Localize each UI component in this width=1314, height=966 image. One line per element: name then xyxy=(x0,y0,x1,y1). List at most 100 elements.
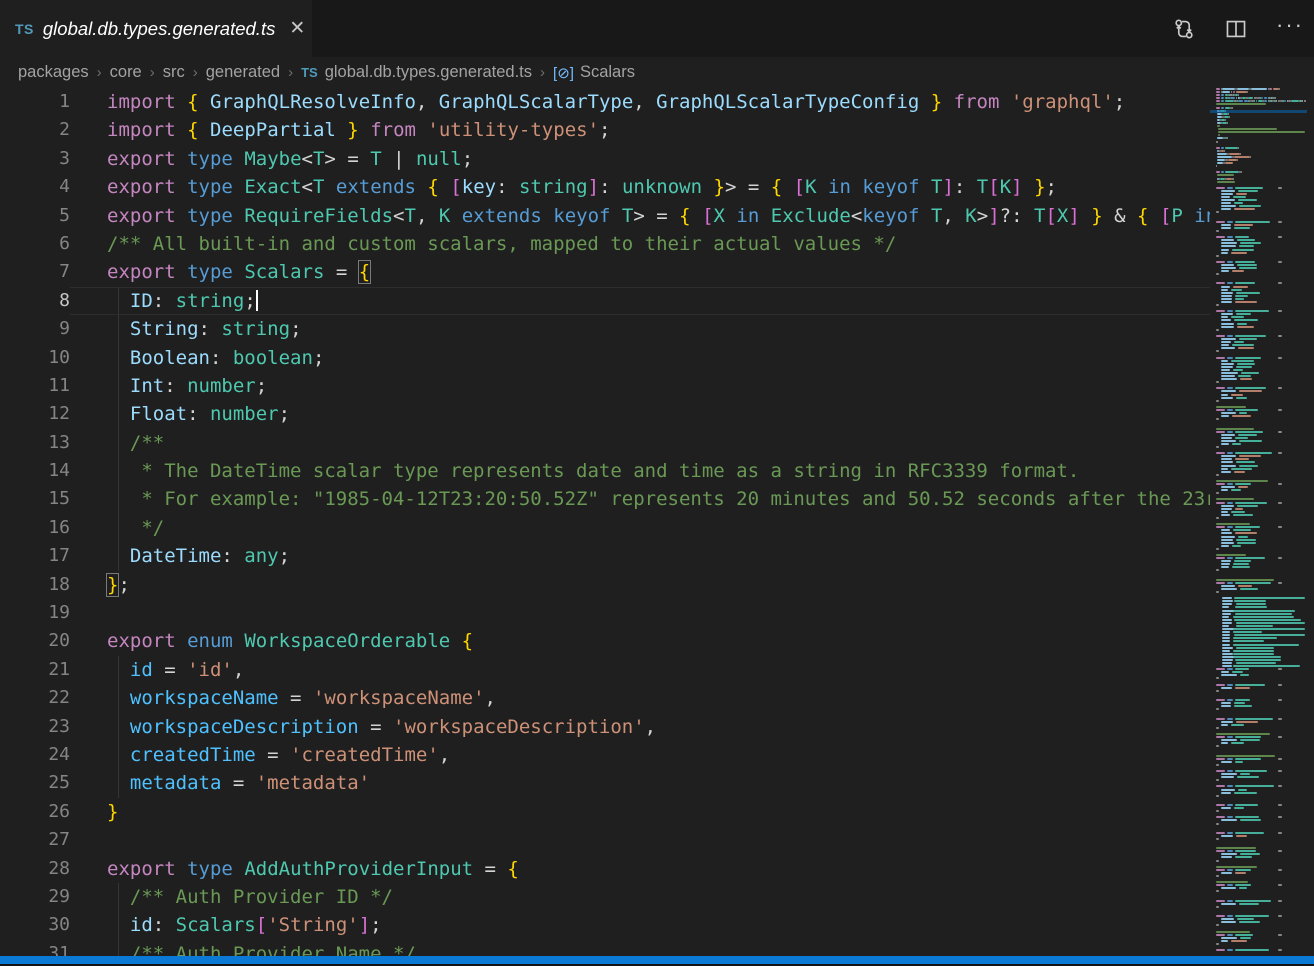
line-number[interactable]: 8 xyxy=(0,287,70,315)
code-line[interactable]: 7export type Scalars = { xyxy=(0,258,1210,286)
code-line[interactable]: 5export type RequireFields<T, K extends … xyxy=(0,202,1210,230)
code-line[interactable]: 3export type Maybe<T> = T | null; xyxy=(0,145,1210,173)
code-line[interactable]: 23 workspaceDescription = 'workspaceDesc… xyxy=(0,713,1210,741)
breadcrumb-item-generated[interactable]: generated xyxy=(206,63,280,82)
code-token: ] xyxy=(988,205,999,227)
line-number[interactable]: 13 xyxy=(0,429,70,457)
breadcrumb-item-packages[interactable]: packages xyxy=(18,63,89,82)
code-line[interactable]: 2import { DeepPartial } from 'utility-ty… xyxy=(0,116,1210,144)
code-line[interactable]: 30 id: Scalars['String']; xyxy=(0,911,1210,939)
code-line[interactable]: 31 /** Auth Provider Name */ xyxy=(0,940,1210,956)
line-number[interactable]: 2 xyxy=(0,116,70,144)
line-number[interactable]: 20 xyxy=(0,627,70,655)
code-line[interactable]: 4export type Exact<T extends { [key: str… xyxy=(0,173,1210,201)
line-number[interactable]: 29 xyxy=(0,883,70,911)
line-number[interactable]: 11 xyxy=(0,372,70,400)
code-line[interactable]: 25 metadata = 'metadata' xyxy=(0,769,1210,797)
code-line[interactable]: 1import { GraphQLResolveInfo, GraphQLSca… xyxy=(0,88,1210,116)
line-number[interactable]: 3 xyxy=(0,145,70,173)
line-number[interactable]: 7 xyxy=(0,258,70,286)
more-actions-icon[interactable]: ··· xyxy=(1276,20,1304,38)
close-tab-icon[interactable]: ✕ xyxy=(289,19,305,38)
minimap-row-segment xyxy=(1278,949,1282,951)
minimap-row-segment xyxy=(1216,745,1219,747)
minimap-row-segment xyxy=(1221,199,1235,201)
minimap-row-segment xyxy=(1227,187,1233,189)
line-number[interactable]: 21 xyxy=(0,656,70,684)
code-line[interactable]: 26} xyxy=(0,798,1210,826)
code-line[interactable]: 6/** All built-in and custom scalars, ma… xyxy=(0,230,1210,258)
line-number[interactable]: 17 xyxy=(0,542,70,570)
code-line[interactable]: 18}; xyxy=(0,571,1210,599)
code-line[interactable]: 21 id = 'id', xyxy=(0,656,1210,684)
minimap-row-segment xyxy=(1235,236,1249,238)
code-line[interactable]: 19 xyxy=(0,599,1210,627)
minimap-row-segment xyxy=(1232,415,1251,417)
tab-global-db-types-generated[interactable]: TS global.db.types.generated.ts ✕ xyxy=(0,0,312,57)
line-number[interactable]: 19 xyxy=(0,599,70,627)
line-number[interactable]: 30 xyxy=(0,911,70,939)
line-number[interactable]: 6 xyxy=(0,230,70,258)
line-number[interactable]: 9 xyxy=(0,315,70,343)
split-editor-icon[interactable] xyxy=(1224,17,1248,41)
code-line[interactable]: 8 ID: string; xyxy=(0,287,1210,315)
line-number[interactable]: 5 xyxy=(0,202,70,230)
code-line[interactable]: 27 xyxy=(0,826,1210,854)
minimap-row-segment xyxy=(1231,724,1244,726)
line-number[interactable]: 12 xyxy=(0,400,70,428)
line-number[interactable]: 28 xyxy=(0,855,70,883)
code-area[interactable]: 1import { GraphQLResolveInfo, GraphQLSca… xyxy=(0,88,1210,956)
minimap-row-segment xyxy=(1221,270,1229,272)
code-line[interactable]: 20export enum WorkspaceOrderable { xyxy=(0,627,1210,655)
minimap-row-segment xyxy=(1225,162,1232,164)
minimap-row-segment xyxy=(1221,508,1232,510)
line-number[interactable]: 26 xyxy=(0,798,70,826)
code-line[interactable]: 29 /** Auth Provider ID */ xyxy=(0,883,1210,911)
open-changes-icon[interactable] xyxy=(1172,17,1196,41)
breadcrumb-item-core[interactable]: core xyxy=(110,63,142,82)
minimap[interactable] xyxy=(1210,88,1307,956)
line-number[interactable]: 22 xyxy=(0,684,70,712)
breadcrumb-item-src[interactable]: src xyxy=(163,63,185,82)
line-number[interactable]: 16 xyxy=(0,514,70,542)
line-number[interactable]: 24 xyxy=(0,741,70,769)
minimap-row-segment xyxy=(1222,637,1230,639)
code-line[interactable]: 10 Boolean: boolean; xyxy=(0,344,1210,372)
line-number[interactable]: 10 xyxy=(0,344,70,372)
code-token: { xyxy=(1137,205,1148,227)
code-token: T xyxy=(313,148,324,170)
code-line[interactable]: 24 createdTime = 'createdTime', xyxy=(0,741,1210,769)
code-line[interactable]: 16 */ xyxy=(0,514,1210,542)
line-number[interactable]: 4 xyxy=(0,173,70,201)
code-line[interactable]: 15 * For example: "1985-04-12T23:20:50.5… xyxy=(0,485,1210,513)
line-number[interactable]: 15 xyxy=(0,485,70,513)
notification-progress-bar xyxy=(0,956,1314,964)
code-line[interactable]: 9 String: string; xyxy=(0,315,1210,343)
line-number[interactable]: 18 xyxy=(0,571,70,599)
breadcrumb-item-symbol[interactable]: Scalars xyxy=(580,63,635,82)
code-line[interactable]: 13 /** xyxy=(0,429,1210,457)
code-token: [ xyxy=(1045,205,1056,227)
code-token: , xyxy=(416,205,439,227)
minimap-row-segment xyxy=(1225,119,1226,121)
minimap-row-segment xyxy=(1278,699,1282,701)
breadcrumb-item-file[interactable]: global.db.types.generated.ts xyxy=(325,63,532,82)
minimap-row-segment xyxy=(1239,390,1262,392)
minimap-row-segment xyxy=(1221,789,1235,791)
code-token: { xyxy=(679,205,690,227)
code-line[interactable]: 28export type AddAuthProviderInput = { xyxy=(0,855,1210,883)
code-line[interactable]: 12 Float: number; xyxy=(0,400,1210,428)
line-number[interactable]: 27 xyxy=(0,826,70,854)
code-line[interactable]: 14 * The DateTime scalar type represents… xyxy=(0,457,1210,485)
line-number[interactable]: 14 xyxy=(0,457,70,485)
code-token xyxy=(702,176,713,198)
line-number[interactable]: 25 xyxy=(0,769,70,797)
minimap-row-segment xyxy=(1224,150,1225,152)
code-line-text: /** Auth Provider ID */ xyxy=(70,883,1210,911)
code-line[interactable]: 17 DateTime: any; xyxy=(0,542,1210,570)
line-number[interactable]: 23 xyxy=(0,713,70,741)
code-line[interactable]: 22 workspaceName = 'workspaceName', xyxy=(0,684,1210,712)
line-number[interactable]: 1 xyxy=(0,88,70,116)
code-line[interactable]: 11 Int: number; xyxy=(0,372,1210,400)
line-number[interactable]: 31 xyxy=(0,940,70,956)
